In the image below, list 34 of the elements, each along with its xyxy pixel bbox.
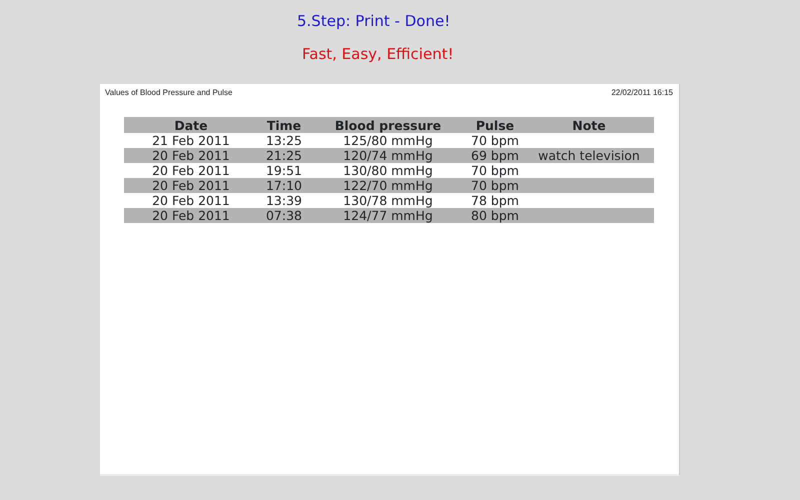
column-header: Date	[124, 117, 258, 133]
table-cell: 122/70 mmHg	[310, 178, 466, 193]
print-timestamp: 22/02/2011 16:15	[611, 87, 673, 99]
column-header: Time	[258, 117, 310, 133]
table-cell: 80 bpm	[466, 208, 524, 223]
table-cell: 07:38	[258, 208, 310, 223]
step-heading: 5.Step: Print - Done!	[297, 12, 450, 30]
table-cell: 20 Feb 2011	[124, 178, 258, 193]
table-cell: 21:25	[258, 148, 310, 163]
table-cell: 20 Feb 2011	[124, 208, 258, 223]
slogan: Fast, Easy, Efficient!	[302, 45, 454, 63]
table-cell: 20 Feb 2011	[124, 148, 258, 163]
table-cell: 69 bpm	[466, 148, 524, 163]
column-header: Blood pressure	[310, 117, 466, 133]
table-cell: 124/77 mmHg	[310, 208, 466, 223]
table-cell: 20 Feb 2011	[124, 193, 258, 208]
table-cell: 130/80 mmHg	[310, 163, 466, 178]
table-cell: 13:39	[258, 193, 310, 208]
table-cell: 130/78 mmHg	[310, 193, 466, 208]
table-cell: 17:10	[258, 178, 310, 193]
table-cell: watch television	[524, 148, 654, 163]
table-cell: 70 bpm	[466, 163, 524, 178]
table-cell: 78 bpm	[466, 193, 524, 208]
table-cell: 20 Feb 2011	[124, 163, 258, 178]
table-cell: 21 Feb 2011	[124, 133, 258, 148]
table-cell: 125/80 mmHg	[310, 133, 466, 148]
table-cell: 70 bpm	[466, 178, 524, 193]
column-header: Note	[524, 117, 654, 133]
table-cell: 70 bpm	[466, 133, 524, 148]
column-header: Pulse	[466, 117, 524, 133]
table-cell: 19:51	[258, 163, 310, 178]
table-cell: 120/74 mmHg	[310, 148, 466, 163]
document-title: Values of Blood Pressure and Pulse	[105, 87, 232, 99]
table-cell: 13:25	[258, 133, 310, 148]
